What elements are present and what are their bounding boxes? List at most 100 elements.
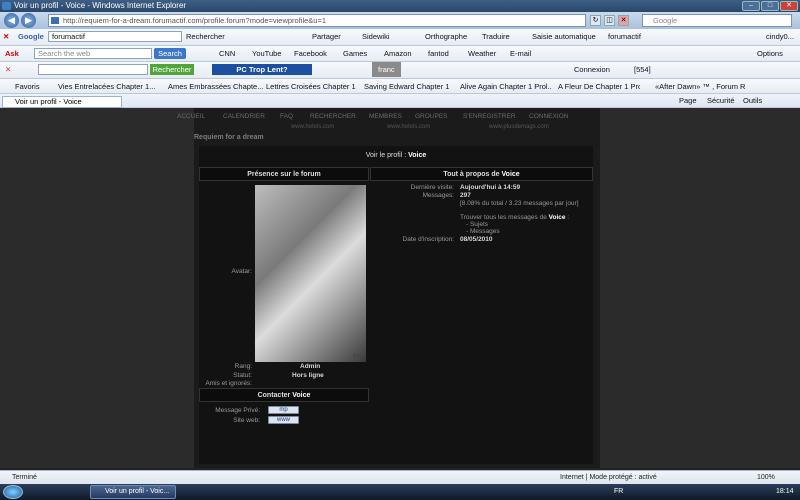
messages-link[interactable]: - Messages bbox=[466, 228, 500, 235]
about-prefix: Tout à propos de bbox=[443, 171, 500, 178]
favorite-link-4[interactable]: Saving Edward Chapter 1 ... bbox=[364, 79, 452, 93]
language-indicator[interactable]: FR bbox=[614, 484, 623, 500]
friends-label: Amis et ignorés: bbox=[205, 380, 252, 387]
statut-value: Hors ligne bbox=[292, 372, 324, 379]
minimize-button[interactable]: – bbox=[742, 1, 760, 11]
favorite-link-6[interactable]: A Fleur De Chapter 1 Prol... bbox=[558, 79, 640, 93]
radio-station[interactable]: franc bbox=[372, 62, 401, 77]
weather-link[interactable]: Weather bbox=[468, 46, 496, 61]
website-label: Site web: bbox=[233, 417, 260, 424]
cnn-link[interactable]: CNN bbox=[219, 46, 235, 61]
page-menu[interactable]: Page bbox=[679, 94, 697, 107]
favorite-link-3[interactable]: Lettres Croisées Chapter 1... bbox=[266, 79, 356, 93]
favorite-link-7[interactable]: «After Dawn» ™ , Forum R... bbox=[655, 79, 745, 93]
panel-title: Voir le profil : Voice bbox=[199, 152, 593, 159]
rechercher-button[interactable]: Rechercher bbox=[150, 64, 194, 75]
avatar-corner-mark: 840 bbox=[352, 354, 363, 360]
bookmark-forumactif[interactable]: forumactif bbox=[608, 29, 641, 44]
sidewiki-button[interactable]: Sidewiki bbox=[362, 29, 390, 44]
ask-search-button[interactable]: Search bbox=[154, 48, 186, 59]
forward-button[interactable]: ▶ bbox=[21, 13, 36, 28]
nav-accueil[interactable]: ACCUEIL bbox=[177, 113, 205, 120]
nav-faq[interactable]: FAQ bbox=[280, 113, 293, 120]
rang-value: Admin bbox=[300, 363, 321, 370]
avatar-label: Avatar: bbox=[231, 268, 252, 275]
tools-menu[interactable]: Outils bbox=[743, 94, 762, 107]
pc-promo-button[interactable]: PC Trop Lent? bbox=[212, 64, 312, 75]
last-visit-value: Aujourd'hui à 14:59 bbox=[460, 184, 521, 191]
taskbar-ie-window[interactable]: Voir un profil - Voic... bbox=[90, 485, 176, 499]
google-toolbar: ✕ Google forumactif Rechercher Partager … bbox=[0, 29, 800, 46]
connexion-link[interactable]: Connexion bbox=[574, 62, 610, 77]
hosted-link-2[interactable]: www.hotels.com bbox=[387, 124, 430, 130]
url-field[interactable]: http://requiem-for-a-dream.forumactif.co… bbox=[48, 14, 586, 27]
security-menu[interactable]: Sécurité bbox=[707, 94, 735, 107]
pm-button[interactable]: mp bbox=[268, 406, 299, 414]
last-visit-label: Dernière visite: bbox=[410, 184, 454, 191]
close-toolbar-icon[interactable]: ✕ bbox=[3, 29, 9, 44]
website-button[interactable]: www bbox=[268, 416, 299, 424]
nav-membres[interactable]: MEMBRES bbox=[369, 113, 402, 120]
options-button[interactable]: Options bbox=[757, 46, 783, 61]
favorites-button[interactable]: Favoris bbox=[15, 79, 40, 93]
about-username: Voice bbox=[501, 171, 520, 178]
find-messages-text: Trouver tous les messages de Voice : bbox=[460, 214, 570, 221]
favorite-link-2[interactable]: Ames Embrassées Chapte... bbox=[168, 79, 266, 93]
zoom-level[interactable]: 100% bbox=[757, 471, 775, 484]
ask-search-input[interactable]: Search the web bbox=[34, 48, 152, 59]
contact-username: Voice bbox=[292, 392, 311, 399]
pm-label: Message Privé: bbox=[215, 407, 260, 414]
fantod-link[interactable]: fantod bbox=[428, 46, 449, 61]
panel-username: Voice bbox=[408, 152, 427, 159]
facebook-link[interactable]: Facebook bbox=[294, 46, 327, 61]
email-link[interactable]: E-mail bbox=[510, 46, 531, 61]
spellcheck-button[interactable]: Orthographe bbox=[425, 29, 467, 44]
find-all-label: Trouver tous les messages de bbox=[460, 214, 547, 221]
nav-register[interactable]: S'ENREGISTRER bbox=[463, 113, 516, 120]
close-window-button[interactable]: ✕ bbox=[780, 1, 798, 11]
nav-connexion[interactable]: CONNEXION bbox=[529, 113, 568, 120]
about-column: Tout à propos de Voice bbox=[370, 167, 593, 464]
back-button[interactable]: ◀ bbox=[4, 13, 19, 28]
contact-prefix: Contacter bbox=[257, 392, 291, 399]
compat-view-icon[interactable]: ◫ bbox=[604, 15, 615, 26]
games-link[interactable]: Games bbox=[343, 46, 367, 61]
avatar: 840 bbox=[255, 185, 366, 362]
google-query-input[interactable]: forumactif bbox=[48, 31, 182, 42]
nav-groupes[interactable]: GROUPES bbox=[415, 113, 448, 120]
window-title-bar: Voir un profil - Voice - Windows Interne… bbox=[0, 0, 800, 12]
window-title: Voir un profil - Voice - Windows Interne… bbox=[14, 1, 187, 10]
browser-search-input[interactable]: Google bbox=[642, 14, 792, 27]
close-toolbar2-icon[interactable]: ✕ bbox=[5, 62, 11, 77]
hosted-link-1[interactable]: www.hotels.com bbox=[291, 124, 334, 130]
maximize-button[interactable]: □ bbox=[761, 1, 779, 11]
tab-active[interactable]: Voir un profil - Voice bbox=[2, 96, 122, 108]
status-bar: Terminé Internet | Mode protégé : activé… bbox=[0, 470, 800, 484]
toolbar2-search-input[interactable] bbox=[38, 64, 148, 75]
find-username: Voice bbox=[548, 214, 566, 221]
statut-label: Statut: bbox=[233, 372, 252, 379]
google-search-button[interactable]: Rechercher bbox=[186, 29, 225, 44]
share-button[interactable]: Partager bbox=[312, 29, 341, 44]
hosted-link-3[interactable]: www.plusdemags.com bbox=[489, 124, 549, 130]
youtube-link[interactable]: YouTube bbox=[252, 46, 281, 61]
favorite-link-1[interactable]: Vies Entrelacées Chapter 1... bbox=[58, 79, 156, 93]
translate-button[interactable]: Traduire bbox=[482, 29, 510, 44]
autofill-button[interactable]: Saisie automatique bbox=[532, 29, 596, 44]
inscription-value: 08/05/2010 bbox=[460, 236, 493, 243]
forum-title: Requiem for a dream bbox=[194, 134, 264, 141]
security-zone: Internet | Mode protégé : activé bbox=[560, 474, 657, 481]
nav-rechercher[interactable]: RECHERCHER bbox=[310, 113, 356, 120]
extra-toolbar: ✕ Rechercher PC Trop Lent? franc Connexi… bbox=[0, 62, 800, 79]
start-button[interactable] bbox=[3, 485, 23, 499]
sujets-link[interactable]: - Sujets bbox=[466, 221, 488, 228]
refresh-icon[interactable]: ↻ bbox=[590, 15, 601, 26]
nav-calendrier[interactable]: CALENDRIER bbox=[223, 113, 265, 120]
clock: 18:14 bbox=[776, 488, 794, 495]
messages-count: 297 bbox=[460, 192, 471, 199]
google-user[interactable]: cindy0... bbox=[766, 29, 794, 44]
favorite-link-5[interactable]: Alive Again Chapter 1 Prol... bbox=[460, 79, 552, 93]
amazon-link[interactable]: Amazon bbox=[384, 46, 412, 61]
favorites-bar: Favoris Vies Entrelacées Chapter 1... Am… bbox=[0, 79, 800, 94]
stop-icon[interactable]: ✕ bbox=[618, 15, 629, 26]
